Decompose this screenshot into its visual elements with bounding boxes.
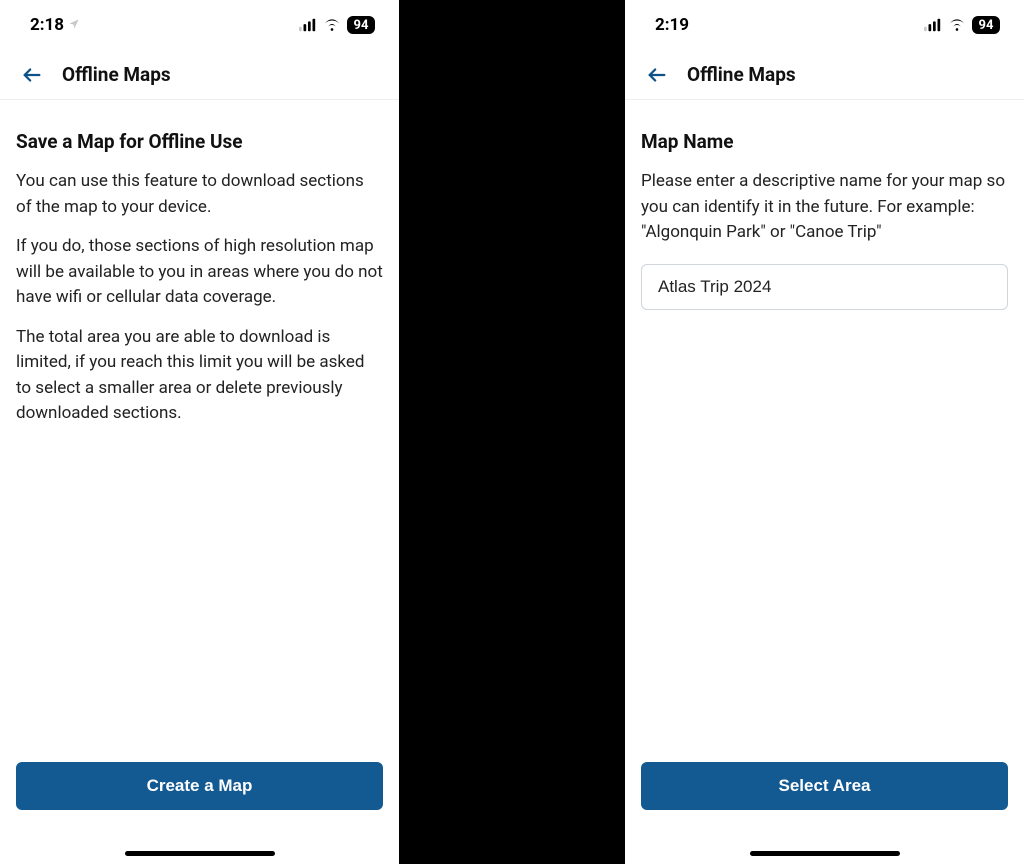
location-icon [68,15,80,35]
section-body: Please enter a descriptive name for your… [641,169,1008,246]
status-time: 2:19 [655,15,689,35]
map-name-input[interactable] [641,264,1008,310]
page-title: Offline Maps [62,63,171,86]
back-button[interactable] [20,63,44,87]
status-bar: 2:19 94 [625,0,1024,50]
paragraph: The total area you are able to download … [16,325,383,427]
section-heading: Map Name [641,130,1008,153]
status-time: 2:18 [30,15,64,35]
battery-indicator: 94 [347,16,375,34]
section-heading: Save a Map for Offline Use [16,130,383,153]
content-area: Save a Map for Offline Use You can use t… [0,100,399,762]
create-map-button[interactable]: Create a Map [16,762,383,810]
wifi-icon [948,18,966,32]
footer: Create a Map [0,762,399,864]
page-title: Offline Maps [687,63,796,86]
phone-screen-left: 2:18 94 Offline Maps Save a Map for Offl… [0,0,399,864]
home-indicator[interactable] [125,851,275,856]
nav-header: Offline Maps [625,50,1024,100]
wifi-icon [323,18,341,32]
content-area: Map Name Please enter a descriptive name… [625,100,1024,762]
select-area-button[interactable]: Select Area [641,762,1008,810]
nav-header: Offline Maps [0,50,399,100]
footer: Select Area [625,762,1024,864]
phone-screen-right: 2:19 94 Offline Maps Map Name Please ent… [625,0,1024,864]
cellular-signal-icon [299,18,317,32]
back-button[interactable] [645,63,669,87]
paragraph: If you do, those sections of high resolu… [16,234,383,311]
status-bar: 2:18 94 [0,0,399,50]
paragraph: You can use this feature to download sec… [16,169,383,220]
section-body: You can use this feature to download sec… [16,169,383,427]
screens-divider [399,0,625,864]
paragraph: Please enter a descriptive name for your… [641,169,1008,246]
home-indicator[interactable] [750,851,900,856]
battery-indicator: 94 [972,16,1000,34]
cellular-signal-icon [924,18,942,32]
